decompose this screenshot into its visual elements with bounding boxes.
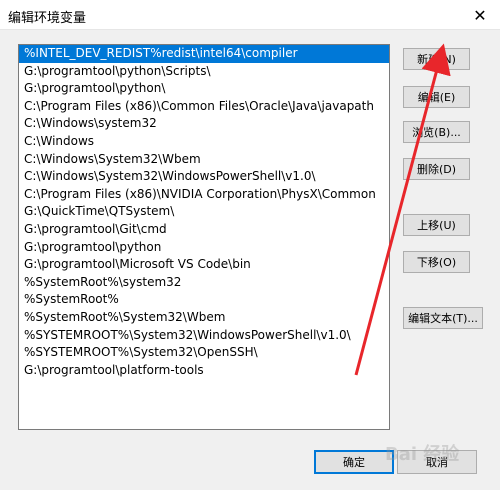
list-item[interactable]: C:\Program Files (x86)\NVIDIA Corporatio… xyxy=(19,186,389,204)
path-listbox[interactable]: %INTEL_DEV_REDIST%redist\intel64\compile… xyxy=(18,44,390,430)
list-item[interactable]: G:\programtool\Git\cmd xyxy=(19,221,389,239)
list-item[interactable]: G:\programtool\python\Scripts\ xyxy=(19,63,389,81)
list-item[interactable]: G:\programtool\python\ xyxy=(19,80,389,98)
list-item[interactable]: C:\Windows xyxy=(19,133,389,151)
list-item[interactable]: G:\programtool\python xyxy=(19,239,389,257)
title-bar: 编辑环境变量 ✕ xyxy=(0,0,500,30)
list-item[interactable]: C:\Windows\System32\Wbem xyxy=(19,151,389,169)
delete-button[interactable]: 删除(D) xyxy=(403,158,470,180)
close-button[interactable]: ✕ xyxy=(460,0,500,30)
close-icon: ✕ xyxy=(473,5,487,25)
list-item[interactable]: C:\Program Files (x86)\Common Files\Orac… xyxy=(19,98,389,116)
window-title: 编辑环境变量 xyxy=(8,11,87,26)
edit-button[interactable]: 编辑(E) xyxy=(403,86,470,108)
list-item[interactable]: G:\QuickTime\QTSystem\ xyxy=(19,203,389,221)
list-item[interactable]: %INTEL_DEV_REDIST%redist\intel64\compile… xyxy=(19,45,389,63)
new-button[interactable]: 新建(N) xyxy=(403,48,470,70)
list-item[interactable]: C:\Windows\System32\WindowsPowerShell\v1… xyxy=(19,168,389,186)
edit-text-button[interactable]: 编辑文本(T)... xyxy=(403,307,483,329)
list-item[interactable]: %SystemRoot%\system32 xyxy=(19,274,389,292)
list-item[interactable]: %SYSTEMROOT%\System32\OpenSSH\ xyxy=(19,344,389,362)
move-down-button[interactable]: 下移(O) xyxy=(403,251,470,273)
list-item[interactable]: G:\programtool\platform-tools xyxy=(19,362,389,380)
move-up-button[interactable]: 上移(U) xyxy=(403,214,470,236)
list-item[interactable]: %SYSTEMROOT%\System32\WindowsPowerShell\… xyxy=(19,327,389,345)
list-item[interactable]: %SystemRoot% xyxy=(19,291,389,309)
watermark-logo: Bai 经验 xyxy=(385,444,460,465)
list-item[interactable]: %SystemRoot%\System32\Wbem xyxy=(19,309,389,327)
list-item[interactable]: C:\Windows\system32 xyxy=(19,115,389,133)
list-item[interactable]: G:\programtool\Microsoft VS Code\bin xyxy=(19,256,389,274)
ok-button[interactable]: 确定 xyxy=(314,450,394,474)
browse-button[interactable]: 浏览(B)... xyxy=(403,121,470,143)
